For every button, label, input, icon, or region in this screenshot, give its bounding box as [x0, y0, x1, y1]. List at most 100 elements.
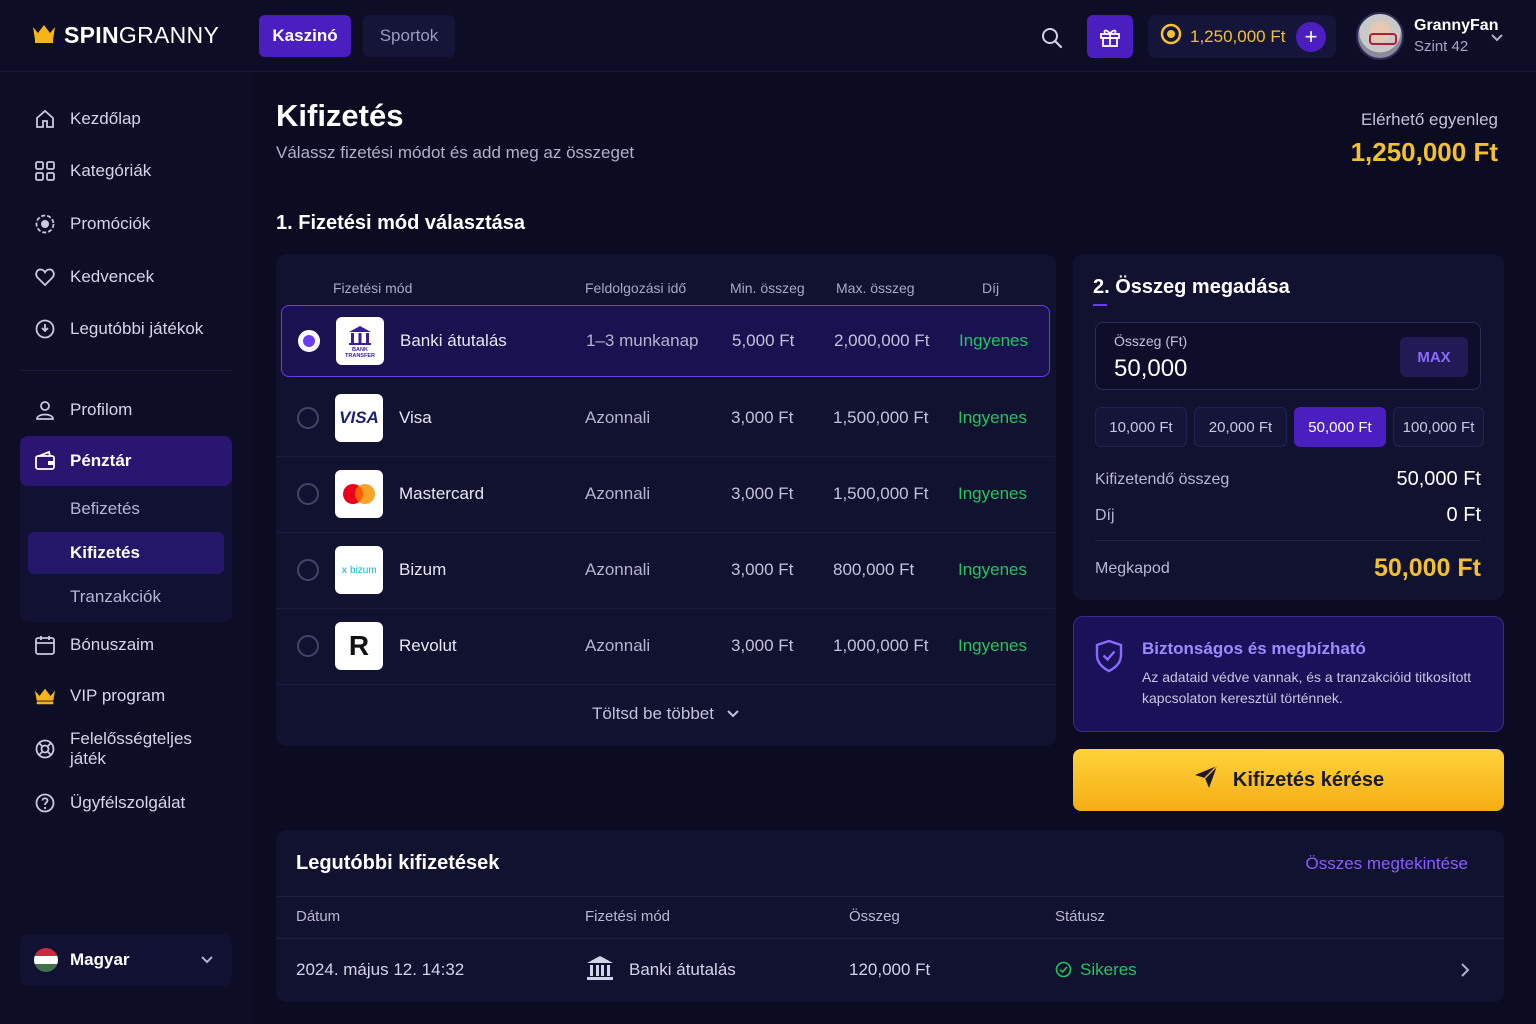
sidebar-item-favorites[interactable]: Kedvencek: [20, 254, 232, 300]
preset-chip-selected[interactable]: 50,000 Ft: [1294, 407, 1386, 447]
sidebar-item-recent-games[interactable]: Legutóbbi játékok: [20, 306, 232, 352]
payout-value: 50,000 Ft: [1396, 468, 1481, 490]
send-icon: [1193, 764, 1219, 796]
method-time: 1–3 munkanap: [586, 331, 699, 350]
table-divider: [276, 938, 1504, 939]
sidebar-item-label: Ügyfélszolgálat: [70, 793, 186, 812]
preset-chip[interactable]: 10,000 Ft: [1095, 407, 1187, 447]
sidebar-item-cashier[interactable]: Pénztár: [20, 436, 232, 486]
sidebar-divider: [20, 370, 232, 371]
bank-icon: [585, 954, 615, 989]
sidebar-sub-deposit[interactable]: Befizetés: [28, 488, 224, 530]
method-min: 3,000 Ft: [731, 636, 794, 655]
chevron-down-icon: [200, 950, 214, 970]
sidebar-sub-transactions[interactable]: Tranzakciók: [28, 576, 224, 618]
sidebar-sub-withdraw[interactable]: Kifizetés: [28, 532, 224, 574]
method-max: 1,000,000 Ft: [833, 636, 929, 655]
payment-methods-table: Fizetési mód Feldolgozási idő Min. össze…: [276, 254, 1056, 746]
request-withdrawal-button[interactable]: Kifizetés kérése: [1073, 749, 1504, 811]
table-divider: [276, 896, 1504, 897]
tab-sports[interactable]: Sportok: [363, 15, 455, 57]
fee-row: Díj 0 Ft: [1095, 504, 1481, 527]
method-row-bizum[interactable]: ⅹ bizum Bizum Azonnali 3,000 Ft 800,000 …: [276, 534, 1055, 609]
method-max: 1,500,000 Ft: [833, 408, 929, 427]
fee-value: 0 Ft: [1446, 504, 1481, 526]
section-title-methods: 1. Fizetési mód választása: [276, 212, 526, 234]
brand-logo[interactable]: SPINGRANNY: [32, 22, 219, 49]
history-icon: [34, 318, 56, 340]
radio-unselected[interactable]: [297, 407, 319, 429]
view-all-link[interactable]: Összes megtekintése: [1305, 854, 1468, 874]
method-name: Revolut: [399, 636, 457, 655]
method-max: 1,500,000 Ft: [833, 484, 929, 503]
section-title-amount: 2. Összeg megadása: [1093, 276, 1290, 298]
method-max: 800,000 Ft: [833, 560, 915, 579]
load-more-button[interactable]: Töltsd be többet: [276, 704, 1056, 724]
tab-casino[interactable]: Kaszinó: [259, 15, 351, 57]
amount-field-value[interactable]: 50,000: [1114, 355, 1187, 383]
method-row-visa[interactable]: VISA Visa Azonnali 3,000 Ft 1,500,000 Ft…: [276, 382, 1055, 457]
page-title: Kifizetés: [276, 98, 404, 133]
wallet-icon: [34, 450, 56, 472]
sidebar-item-responsible-gaming[interactable]: Felelősségteljes játék: [20, 726, 232, 772]
status-badge: Sikeres: [1080, 960, 1137, 979]
visa-logo-icon: VISA: [335, 394, 383, 442]
sidebar-item-label: Kezdőlap: [70, 109, 141, 128]
sidebar-item-bonuses[interactable]: Bónuszaim: [20, 622, 232, 668]
sidebar-item-promotions[interactable]: Promóciók: [20, 201, 232, 247]
summary-divider: [1095, 540, 1481, 541]
preset-chip[interactable]: 20,000 Ft: [1194, 407, 1287, 447]
method-time: Azonnali: [585, 560, 651, 579]
brand-name-light: GRANNY: [118, 22, 220, 48]
radio-unselected[interactable]: [297, 483, 319, 505]
user-icon: [34, 399, 56, 421]
method-row-revolut[interactable]: R Revolut Azonnali 3,000 Ft 1,000,000 Ft…: [276, 610, 1055, 685]
search-icon[interactable]: [1036, 22, 1068, 54]
radio-unselected[interactable]: [297, 635, 319, 657]
method-name: Visa: [399, 408, 432, 427]
chevron-right-icon[interactable]: [1460, 962, 1470, 983]
max-button[interactable]: MAX: [1400, 337, 1468, 377]
title-underline: [1093, 304, 1107, 306]
deposit-plus-button[interactable]: +: [1296, 21, 1326, 52]
username: GrannyFan: [1414, 17, 1499, 34]
chevron-down-icon[interactable]: [1490, 30, 1504, 48]
method-min: 3,000 Ft: [731, 408, 794, 427]
security-title: Biztonságos és megbízható: [1142, 639, 1366, 658]
receive-value: 50,000 Ft: [1373, 554, 1481, 582]
amount-panel: 2. Összeg megadása Összeg (Ft) 50,000 MA…: [1073, 254, 1504, 600]
revolut-logo-icon: R: [335, 622, 383, 670]
method-name: Bizum: [399, 560, 447, 579]
sidebar-item-categories[interactable]: Kategóriák: [20, 148, 232, 194]
amount-input[interactable]: Összeg (Ft) 50,000 MAX: [1095, 322, 1481, 390]
method-time: Azonnali: [585, 408, 651, 427]
language-selector[interactable]: Magyar: [20, 934, 232, 986]
shield-icon: [1094, 639, 1124, 678]
sidebar-item-vip[interactable]: VIP program: [20, 673, 232, 719]
user-menu[interactable]: GrannyFan Szint 42: [1356, 12, 1498, 60]
sidebar-item-profile[interactable]: Profilom: [20, 387, 232, 433]
available-balance-value: 1,250,000 Ft: [1350, 137, 1498, 167]
receive-label: Megkapod: [1095, 559, 1170, 577]
load-more-label: Töltsd be többet: [592, 704, 714, 723]
preset-chip[interactable]: 100,000 Ft: [1393, 407, 1484, 447]
sidebar-item-help[interactable]: Ügyfélszolgálat: [20, 780, 232, 826]
sidebar-item-home[interactable]: Kezdőlap: [20, 96, 232, 142]
method-min: 5,000 Ft: [732, 331, 795, 350]
radio-selected[interactable]: [298, 330, 320, 352]
balance-widget[interactable]: 1,250,000 Ft +: [1148, 15, 1336, 58]
sidebar-item-label: Bónuszaim: [70, 635, 155, 654]
home-icon: [34, 108, 56, 130]
avatar: [1356, 12, 1404, 60]
method-row-bank-transfer[interactable]: BANK TRANSFER Banki átutalás 1–3 munkanap…: [281, 305, 1050, 377]
method-row-mastercard[interactable]: Mastercard Azonnali 3,000 Ft 1,500,000 F…: [276, 458, 1055, 533]
bizum-logo-icon: ⅹ bizum: [335, 546, 383, 594]
gift-icon[interactable]: [1087, 15, 1133, 58]
sidebar-item-label: Felelősségteljes játék: [70, 729, 192, 768]
column-header: Feldolgozási idő: [585, 280, 687, 296]
amount-field-label: Összeg (Ft): [1114, 333, 1188, 349]
mastercard-logo-icon: [335, 470, 383, 518]
sidebar-item-label: Promóciók: [70, 214, 151, 233]
radio-unselected[interactable]: [297, 559, 319, 581]
fee-label: Díj: [1095, 506, 1115, 524]
